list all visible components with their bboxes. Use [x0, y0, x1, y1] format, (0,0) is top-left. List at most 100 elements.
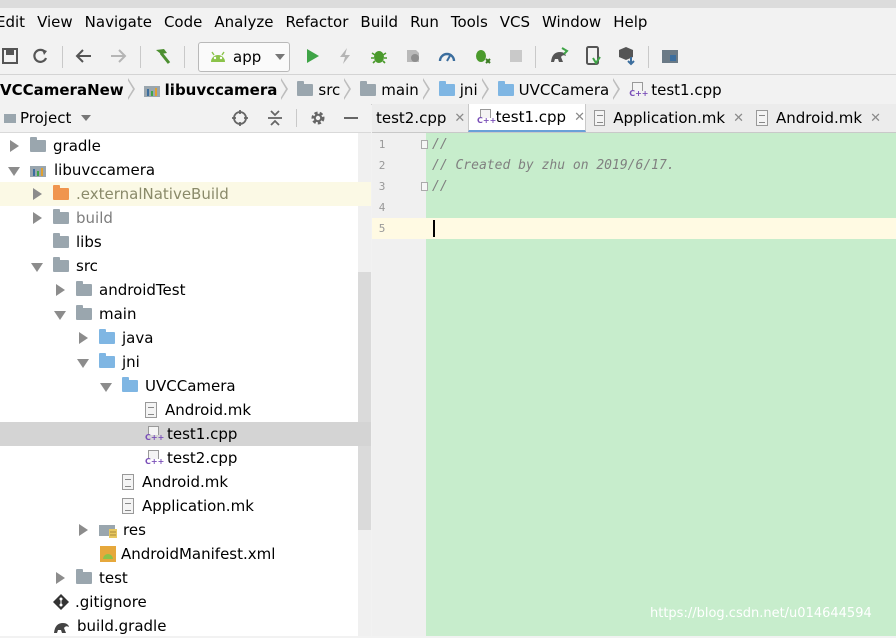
chevron-down-icon[interactable]: [31, 260, 43, 272]
breadcrumb-uvccamera[interactable]: UVCCamera: [497, 75, 609, 104]
stop-icon[interactable]: [506, 46, 526, 66]
tab-test1-cpp[interactable]: C++ test1.cpp ✕: [468, 104, 586, 132]
profiler-icon[interactable]: [437, 46, 457, 66]
breadcrumb-project[interactable]: VCCameraNew: [0, 75, 124, 104]
project-view-selector[interactable]: Project: [4, 109, 92, 127]
project-panel-title: Project: [20, 109, 72, 127]
breadcrumb-label: src: [318, 80, 341, 99]
code-line: //: [432, 137, 448, 152]
menu-refactor[interactable]: Refactor: [279, 13, 354, 31]
text-caret: [433, 220, 435, 237]
tree-item-label: test: [99, 569, 128, 587]
breadcrumb-label: libuvccamera: [164, 80, 278, 99]
menu-vcs[interactable]: VCS: [494, 13, 536, 31]
save-icon[interactable]: [0, 46, 20, 66]
hammer-icon[interactable]: [152, 46, 172, 66]
attach-debugger-icon[interactable]: [472, 46, 492, 66]
menu-edit[interactable]: Edit: [0, 13, 31, 31]
breadcrumb-label: test1.cpp: [651, 80, 722, 99]
chevron-right-icon[interactable]: [31, 188, 43, 200]
menu-analyze[interactable]: Analyze: [208, 13, 279, 31]
tree-item[interactable]: java: [0, 326, 371, 350]
code-editor[interactable]: [426, 133, 896, 636]
breadcrumb-separator: [343, 75, 354, 104]
tree-item[interactable]: UVCCamera: [0, 374, 371, 398]
tree-item[interactable]: .gitignore: [0, 590, 371, 614]
chevron-right-icon[interactable]: [31, 212, 43, 224]
tab-test2-cpp[interactable]: test2.cpp ✕: [376, 104, 468, 132]
run-icon[interactable]: [302, 46, 322, 66]
fold-marker-icon[interactable]: [421, 182, 428, 191]
project-structure-icon[interactable]: [661, 46, 681, 66]
tree-item[interactable]: C++ test1.cpp: [0, 422, 371, 446]
tree-item-label: gradle: [53, 137, 101, 155]
sync-icon[interactable]: [30, 46, 50, 66]
tree-item[interactable]: gradle: [0, 134, 371, 158]
tree-item[interactable]: main: [0, 302, 371, 326]
tree-item[interactable]: test: [0, 566, 371, 590]
tree-item[interactable]: jni: [0, 350, 371, 374]
forward-arrow-icon[interactable]: [108, 46, 128, 66]
gear-icon[interactable]: [309, 109, 327, 131]
chevron-down-icon[interactable]: [77, 356, 89, 368]
chevron-right-icon[interactable]: [8, 140, 20, 152]
menu-build[interactable]: Build: [354, 13, 404, 31]
fold-marker-icon[interactable]: [421, 140, 428, 149]
tree-item[interactable]: src: [0, 254, 371, 278]
collapse-all-icon[interactable]: [266, 109, 284, 131]
chevron-down-icon[interactable]: [54, 308, 66, 320]
menu-view[interactable]: View: [31, 13, 79, 31]
sdk-manager-icon[interactable]: [617, 46, 637, 66]
tree-item[interactable]: C++ test2.cpp: [0, 446, 371, 470]
chevron-down-icon[interactable]: [100, 380, 112, 392]
tree-item[interactable]: build.gradle: [0, 614, 371, 638]
tab-application-mk[interactable]: Application.mk ✕: [594, 104, 744, 132]
cpp-file-icon: C++: [145, 450, 164, 466]
menu-tools[interactable]: Tools: [445, 13, 494, 31]
tree-item[interactable]: Application.mk: [0, 494, 371, 518]
breadcrumb-main[interactable]: main: [360, 75, 419, 104]
close-icon[interactable]: ✕: [733, 111, 744, 126]
chevron-right-icon[interactable]: [77, 524, 89, 536]
code-line: // Created by zhu on 2019/6/17.: [432, 158, 675, 173]
menu-window[interactable]: Window: [536, 13, 607, 31]
breadcrumb-src[interactable]: src: [297, 75, 340, 104]
gradle-sync-icon[interactable]: [549, 46, 569, 66]
hide-panel-icon[interactable]: [344, 117, 358, 119]
avd-manager-icon[interactable]: [583, 46, 603, 66]
tree-item[interactable]: libs: [0, 230, 371, 254]
locate-icon[interactable]: [231, 109, 249, 131]
tree-item[interactable]: androidTest: [0, 278, 371, 302]
tree-item-label: Android.mk: [165, 401, 252, 419]
close-icon[interactable]: ✕: [574, 110, 585, 125]
folder-icon: [53, 233, 69, 248]
chevron-down-icon[interactable]: [8, 164, 20, 176]
back-arrow-icon[interactable]: [74, 46, 94, 66]
tab-android-mk[interactable]: Android.mk ✕: [756, 104, 886, 132]
close-icon[interactable]: ✕: [870, 111, 881, 126]
menu-navigate[interactable]: Navigate: [79, 13, 158, 31]
tree-item[interactable]: AndroidManifest.xml: [0, 542, 371, 566]
menu-code[interactable]: Code: [158, 13, 208, 31]
tree-item[interactable]: .externalNativeBuild: [0, 182, 371, 206]
tree-item[interactable]: Android.mk: [0, 470, 371, 494]
tree-item-label: libuvccamera: [54, 161, 156, 179]
breadcrumb-module[interactable]: libuvccamera: [143, 75, 278, 104]
close-icon[interactable]: ✕: [454, 111, 465, 126]
chevron-right-icon[interactable]: [77, 332, 89, 344]
menu-help[interactable]: Help: [607, 13, 653, 31]
folder-icon: [76, 305, 92, 320]
chevron-right-icon[interactable]: [54, 572, 66, 584]
coverage-icon[interactable]: [403, 46, 423, 66]
chevron-right-icon[interactable]: [54, 284, 66, 296]
tree-item[interactable]: Android.mk: [0, 398, 371, 422]
menu-run[interactable]: Run: [404, 13, 445, 31]
apply-changes-icon[interactable]: [335, 46, 355, 66]
debug-icon[interactable]: [369, 46, 389, 66]
run-config-selector[interactable]: app: [198, 42, 290, 72]
breadcrumb-file[interactable]: C++ test1.cpp: [629, 75, 721, 104]
breadcrumb-jni[interactable]: jni: [438, 75, 478, 104]
tree-item[interactable]: build: [0, 206, 371, 230]
tree-item[interactable]: res: [0, 518, 371, 542]
tree-item[interactable]: libuvccamera: [0, 158, 371, 182]
